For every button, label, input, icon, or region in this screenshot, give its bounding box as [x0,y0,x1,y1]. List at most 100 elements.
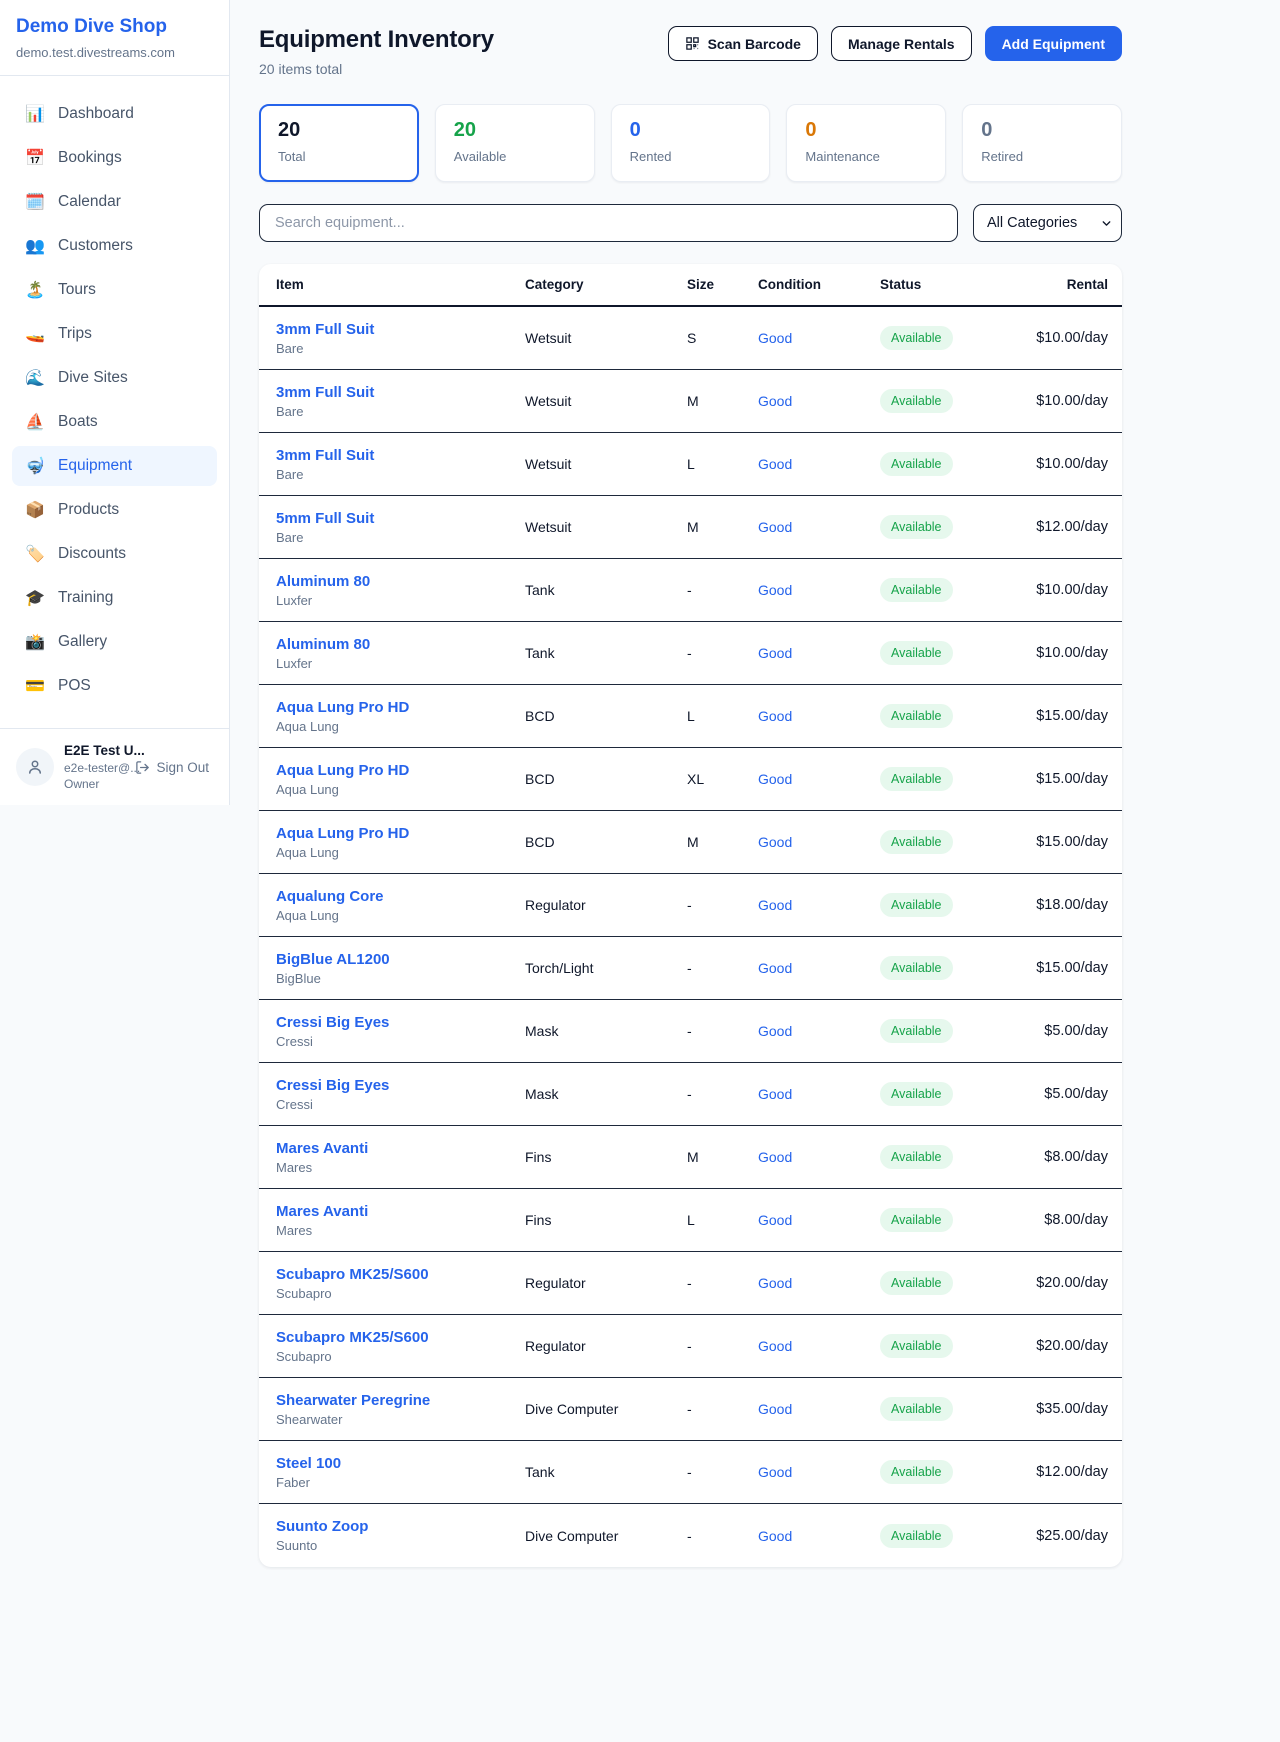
table-row[interactable]: Mares Avanti Mares Fins L Good Available… [259,1189,1122,1252]
nav-item[interactable]: 🏷️ Discounts [12,534,217,574]
item-name-link[interactable]: 3mm Full Suit [276,321,525,338]
stat-card[interactable]: 0 Rented [611,104,771,182]
table-row[interactable]: Aqualung Core Aqua Lung Regulator - Good… [259,874,1122,937]
item-brand: Luxfer [276,656,525,671]
category-select[interactable]: All Categories [973,204,1122,242]
size-cell: M [687,834,758,850]
nav-item[interactable]: 🚤 Trips [12,314,217,354]
category-cell: BCD [525,771,687,787]
item-name-link[interactable]: Suunto Zoop [276,1518,525,1535]
item-name-link[interactable]: Aqua Lung Pro HD [276,699,525,716]
size-cell: L [687,708,758,724]
nav-item[interactable]: 📅 Bookings [12,138,217,178]
rental-cell: $15.00/day [1026,771,1108,787]
status-badge: Available [880,1271,953,1295]
logout-icon [135,760,150,775]
table-row[interactable]: Aqua Lung Pro HD Aqua Lung BCD XL Good A… [259,748,1122,811]
nav-item[interactable]: 📊 Dashboard [12,94,217,134]
status-badge: Available [880,1524,953,1548]
sign-out-button[interactable]: Sign Out [129,759,215,776]
item-name-link[interactable]: 3mm Full Suit [276,447,525,464]
stat-card[interactable]: 0 Retired [962,104,1122,182]
item-name-link[interactable]: Mares Avanti [276,1203,525,1220]
table-row[interactable]: Cressi Big Eyes Cressi Mask - Good Avail… [259,1063,1122,1126]
item-name-link[interactable]: 3mm Full Suit [276,384,525,401]
column-header: Item [276,277,525,292]
nav-item[interactable]: 🎓 Training [12,578,217,618]
table-row[interactable]: 3mm Full Suit Bare Wetsuit M Good Availa… [259,370,1122,433]
item-name-link[interactable]: 5mm Full Suit [276,510,525,527]
table-row[interactable]: Scubapro MK25/S600 Scubapro Regulator - … [259,1252,1122,1315]
table-row[interactable]: 3mm Full Suit Bare Wetsuit S Good Availa… [259,307,1122,370]
manage-rentals-button[interactable]: Manage Rentals [831,26,972,61]
stats-row: 20 Total 20 Available 0 Rented 0 Mainten… [259,104,1122,182]
item-brand: Faber [276,1475,525,1490]
nav-item[interactable]: 📦 Products [12,490,217,530]
nav-item[interactable]: 👥 Customers [12,226,217,266]
table-row[interactable]: Steel 100 Faber Tank - Good Available $1… [259,1441,1122,1504]
item-brand: Scubapro [276,1286,525,1301]
nav-item[interactable]: 📸 Gallery [12,622,217,662]
item-name-link[interactable]: Aqua Lung Pro HD [276,825,525,842]
table-row[interactable]: 5mm Full Suit Bare Wetsuit M Good Availa… [259,496,1122,559]
item-cell: Aluminum 80 Luxfer [276,573,525,608]
table-row[interactable]: Aluminum 80 Luxfer Tank - Good Available… [259,622,1122,685]
nav-icon: 🤿 [25,456,45,476]
nav-icon: 🚤 [25,324,45,344]
stat-card[interactable]: 0 Maintenance [786,104,946,182]
avatar [16,748,54,786]
stat-card[interactable]: 20 Total [259,104,419,182]
table-row[interactable]: Suunto Zoop Suunto Dive Computer - Good … [259,1504,1122,1567]
condition-cell: Good [758,1149,880,1165]
condition-cell: Good [758,1338,880,1354]
scan-barcode-label: Scan Barcode [708,36,801,52]
item-brand: Aqua Lung [276,845,525,860]
table-row[interactable]: Aqua Lung Pro HD Aqua Lung BCD L Good Av… [259,685,1122,748]
item-name-link[interactable]: Cressi Big Eyes [276,1077,525,1094]
table-row[interactable]: Mares Avanti Mares Fins M Good Available… [259,1126,1122,1189]
table-row[interactable]: Aqua Lung Pro HD Aqua Lung BCD M Good Av… [259,811,1122,874]
item-name-link[interactable]: Steel 100 [276,1455,525,1472]
search-input[interactable] [259,204,958,242]
item-name-link[interactable]: Mares Avanti [276,1140,525,1157]
nav-item[interactable]: 💳 POS [12,666,217,706]
item-name-link[interactable]: Cressi Big Eyes [276,1014,525,1031]
table-row[interactable]: Aluminum 80 Luxfer Tank - Good Available… [259,559,1122,622]
column-header: Size [687,277,758,292]
nav-item[interactable]: 🗓️ Calendar [12,182,217,222]
nav-icon: 📊 [25,104,45,124]
nav-icon: ⛵ [25,412,45,432]
item-name-link[interactable]: Shearwater Peregrine [276,1392,525,1409]
item-name-link[interactable]: BigBlue AL1200 [276,951,525,968]
stat-card[interactable]: 20 Available [435,104,595,182]
nav-item[interactable]: 🏝️ Tours [12,270,217,310]
add-equipment-button[interactable]: Add Equipment [985,26,1122,61]
condition-cell: Good [758,519,880,535]
item-name-link[interactable]: Aluminum 80 [276,573,525,590]
rental-cell: $35.00/day [1026,1401,1108,1417]
table-row[interactable]: Scubapro MK25/S600 Scubapro Regulator - … [259,1315,1122,1378]
item-cell: Mares Avanti Mares [276,1203,525,1238]
nav-item[interactable]: 🤿 Equipment [12,446,217,486]
person-icon [26,758,44,776]
item-cell: Shearwater Peregrine Shearwater [276,1392,525,1427]
item-name-link[interactable]: Scubapro MK25/S600 [276,1266,525,1283]
table-row[interactable]: Shearwater Peregrine Shearwater Dive Com… [259,1378,1122,1441]
table-row[interactable]: 3mm Full Suit Bare Wetsuit L Good Availa… [259,433,1122,496]
item-name-link[interactable]: Scubapro MK25/S600 [276,1329,525,1346]
item-name-link[interactable]: Aqualung Core [276,888,525,905]
status-cell: Available [880,389,1026,413]
table-row[interactable]: BigBlue AL1200 BigBlue Torch/Light - Goo… [259,937,1122,1000]
condition-cell: Good [758,1086,880,1102]
status-cell: Available [880,1019,1026,1043]
item-name-link[interactable]: Aluminum 80 [276,636,525,653]
scan-barcode-button[interactable]: Scan Barcode [668,26,818,61]
category-cell: Tank [525,645,687,661]
condition-cell: Good [758,1212,880,1228]
item-name-link[interactable]: Aqua Lung Pro HD [276,762,525,779]
status-badge: Available [880,578,953,602]
barcode-icon [685,36,700,51]
table-row[interactable]: Cressi Big Eyes Cressi Mask - Good Avail… [259,1000,1122,1063]
nav-item[interactable]: 🌊 Dive Sites [12,358,217,398]
nav-item[interactable]: ⛵ Boats [12,402,217,442]
